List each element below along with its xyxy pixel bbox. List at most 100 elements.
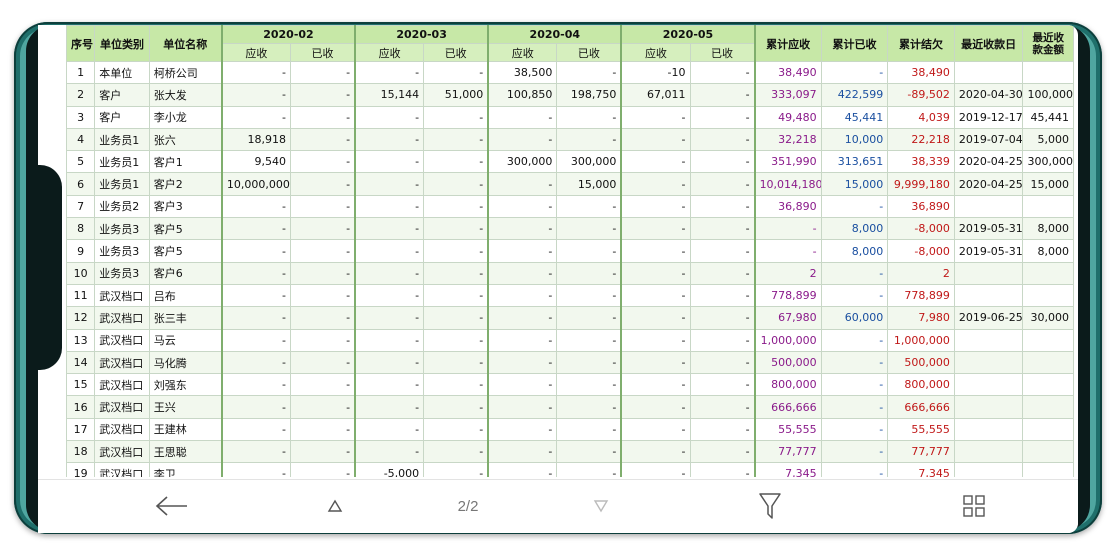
month-received-cell: - bbox=[289, 127, 357, 152]
table-row[interactable]: 6 业务员1 客户2 10,000,000- - - -15,000- -10,014,180… bbox=[66, 172, 1074, 196]
month-received-cell: - bbox=[689, 350, 756, 375]
filter-button[interactable] bbox=[750, 480, 790, 532]
unit-name-cell: 李小龙 bbox=[148, 105, 223, 129]
month-received-cell: - bbox=[689, 217, 756, 241]
screen: 序号 单位类别 单位名称 2020-02 2020-03 2020-04 202… bbox=[38, 25, 1078, 533]
cumulative-balance-cell: 778,899 bbox=[887, 283, 955, 308]
last-payment-amount-cell: 45,441 bbox=[1022, 105, 1074, 129]
month-received-cell: - bbox=[289, 105, 357, 129]
month-received-cell: - bbox=[556, 328, 623, 352]
subheader-recv: 应收 bbox=[354, 43, 425, 62]
table-row[interactable]: 9 业务员3 客户5- - - - - - - - -8,000 -8,000 2019-05-31 8,… bbox=[66, 239, 1074, 263]
month-receivable-cell: - bbox=[620, 417, 691, 442]
back-button[interactable] bbox=[148, 480, 196, 532]
month-receivable-cell: - bbox=[354, 217, 425, 241]
cumulative-receivable-cell: 351,990 bbox=[754, 150, 822, 174]
month-receivable-cell: - bbox=[354, 194, 425, 219]
row-index-cell: 12 bbox=[66, 306, 96, 330]
unit-name-cell: 客户1 bbox=[148, 150, 223, 174]
table-row[interactable]: 19 武汉档口 李卫 - - -5,000- - - - -7,345-7,345 bbox=[66, 462, 1074, 477]
page-indicator-text: 2/2 bbox=[457, 497, 479, 515]
cumulative-received-cell: - bbox=[820, 417, 889, 442]
table-row[interactable]: 4 业务员1 张六 18,918- - - - - - -32,218 10,000 22,218 20… bbox=[66, 127, 1074, 152]
month-receivable-cell: - bbox=[221, 417, 291, 442]
table-row[interactable]: 13 武汉档口 马云 - - - - - - - -1,000,000-1,000,000 bbox=[66, 328, 1074, 352]
month-received-cell: - bbox=[289, 150, 357, 174]
cumulative-receivable-cell: - bbox=[754, 217, 822, 241]
table-row[interactable]: 12 武汉档口 张三丰 - - - - - - - -67,980 60,000 7,980 2019-0… bbox=[66, 306, 1074, 330]
table-row[interactable]: 10 业务员3 客户6- - - - - - - -2-2 bbox=[66, 261, 1074, 285]
cumulative-received-cell: - bbox=[820, 60, 889, 85]
month-received-cell: - bbox=[689, 417, 756, 442]
month-received-cell: - bbox=[689, 440, 756, 464]
month-received-cell: - bbox=[423, 306, 490, 330]
cumulative-received-cell: - bbox=[820, 261, 889, 285]
table-row[interactable]: 7 业务员2 客户3- - - - - - - -36,890-36,890 bbox=[66, 194, 1074, 219]
table-row[interactable]: 15 武汉档口 刘强东 - - - - - - - -800,000-800,000 bbox=[66, 373, 1074, 397]
month-receivable-cell: - bbox=[487, 373, 558, 397]
subheader-got: 已收 bbox=[423, 43, 490, 62]
cumulative-receivable-cell: 500,000 bbox=[754, 350, 822, 375]
cumulative-receivable-cell: 333,097 bbox=[754, 83, 822, 107]
report-table-container[interactable]: 序号 单位类别 单位名称 2020-02 2020-03 2020-04 202… bbox=[66, 25, 1078, 477]
last-payment-amount-cell: 8,000 bbox=[1022, 217, 1074, 241]
table-row[interactable]: 2 客户 张大发 - -15,144 51,000 100,850 198,750 67,011… bbox=[66, 83, 1074, 107]
unit-name-cell: 张大发 bbox=[148, 83, 223, 107]
last-payment-date-cell bbox=[953, 373, 1024, 397]
table-row[interactable]: 1 本单位 柯桥公司 - - - -38,500- -10-38,490-38,490 bbox=[66, 60, 1074, 85]
prev-page-button[interactable] bbox=[320, 480, 350, 532]
table-row[interactable]: 17 武汉档口 王建林 - - - - - - - -55,555-55,555 bbox=[66, 417, 1074, 442]
month-receivable-cell: - bbox=[487, 127, 558, 152]
last-payment-amount-cell bbox=[1022, 328, 1074, 352]
month-received-cell: - bbox=[689, 239, 756, 263]
row-index-cell: 16 bbox=[66, 395, 96, 419]
month-received-cell: - bbox=[423, 440, 490, 464]
month-receivable-cell: 100,850 bbox=[487, 83, 558, 107]
month-received-cell: - bbox=[289, 172, 357, 196]
month-receivable-cell: - bbox=[620, 373, 691, 397]
table-row[interactable]: 14 武汉档口 马化腾 - - - - - - - -500,000-500,000 bbox=[66, 350, 1074, 375]
row-index-cell: 13 bbox=[66, 328, 96, 352]
month-receivable-cell: - bbox=[221, 194, 291, 219]
table-row[interactable]: 3 客户 李小龙 - - - - - - - -49,480 45,441 4,039 2019-12-1… bbox=[66, 105, 1074, 129]
month-receivable-cell: - bbox=[620, 217, 691, 241]
last-payment-amount-cell bbox=[1022, 440, 1074, 464]
month-receivable-cell: - bbox=[620, 261, 691, 285]
last-payment-date-cell: 2019-12-17 bbox=[953, 105, 1024, 129]
month-received-cell: - bbox=[556, 440, 623, 464]
month-received-cell: - bbox=[556, 60, 623, 85]
month-received-cell: 198,750 bbox=[556, 83, 623, 107]
month-received-cell: - bbox=[423, 60, 490, 85]
month-receivable-cell: - bbox=[354, 239, 425, 263]
header-cum-got: 累计已收 bbox=[820, 25, 889, 62]
table-row[interactable]: 8 业务员3 客户5- - - - - - - - -8,000 -8,000 2019-05-31 8,… bbox=[66, 217, 1074, 241]
bottom-toolbar: 2/2 bbox=[38, 479, 1078, 533]
cumulative-receivable-cell: 7,345 bbox=[754, 462, 822, 477]
month-received-cell: 51,000 bbox=[423, 83, 490, 107]
table-row[interactable]: 16 武汉档口 王兴 - - - - - - - -666,666-666,666 bbox=[66, 395, 1074, 419]
grid-menu-button[interactable] bbox=[954, 480, 994, 532]
cumulative-balance-cell: 22,218 bbox=[887, 127, 955, 152]
month-receivable-cell: - bbox=[354, 283, 425, 308]
month-received-cell: - bbox=[289, 373, 357, 397]
month-receivable-cell: - bbox=[487, 105, 558, 129]
month-received-cell: - bbox=[423, 395, 490, 419]
month-receivable-cell: - bbox=[620, 105, 691, 129]
table-row[interactable]: 5 业务员1 客户1 9,540- - -300,000 300,000- -351,990 3… bbox=[66, 150, 1074, 174]
next-page-button[interactable] bbox=[586, 480, 616, 532]
unit-type-cell: 武汉档口 bbox=[94, 462, 150, 477]
month-receivable-cell: - bbox=[221, 328, 291, 352]
unit-type-cell: 武汉档口 bbox=[94, 395, 150, 419]
triangle-up-icon bbox=[327, 499, 343, 512]
table-row[interactable]: 18 武汉档口 王思聪 - - - - - - - -77,777-77,777 bbox=[66, 440, 1074, 464]
month-received-cell: - bbox=[689, 261, 756, 285]
subheader-recv: 应收 bbox=[620, 43, 691, 62]
month-receivable-cell: - bbox=[487, 283, 558, 308]
month-received-cell: - bbox=[689, 395, 756, 419]
header-idx: 序号 bbox=[66, 25, 96, 62]
table-row[interactable]: 11 武汉档口 吕布 - - - - - - - -778,899-778,899 bbox=[66, 283, 1074, 308]
month-receivable-cell: - bbox=[354, 373, 425, 397]
last-payment-date-cell bbox=[953, 328, 1024, 352]
header-month-1: 2020-02 bbox=[221, 25, 357, 44]
month-received-cell: - bbox=[556, 261, 623, 285]
